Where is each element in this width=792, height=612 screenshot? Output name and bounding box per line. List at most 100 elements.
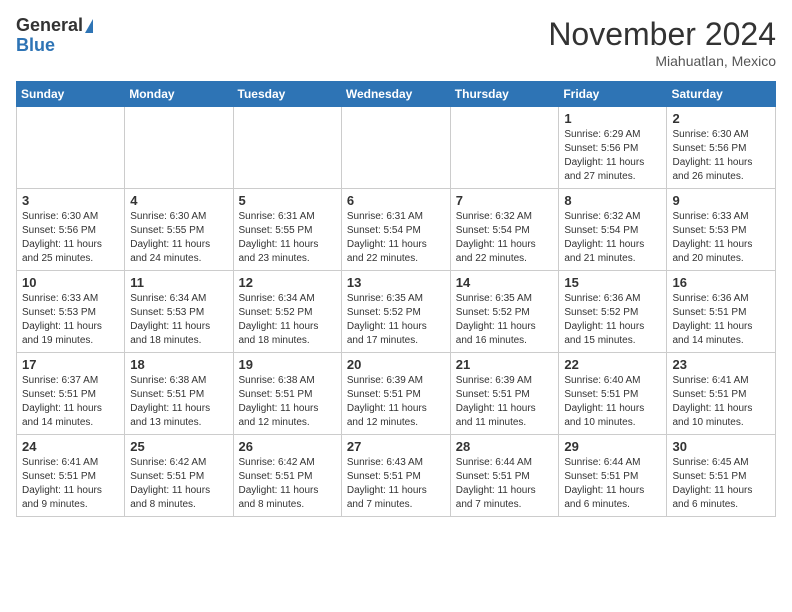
day-number: 7	[456, 193, 554, 208]
calendar-cell: 26 Sunrise: 6:42 AM Sunset: 5:51 PM Dayli…	[233, 435, 341, 517]
day-number: 6	[347, 193, 445, 208]
day-info: Sunrise: 6:44 AM Sunset: 5:51 PM Dayligh…	[564, 456, 661, 512]
day-info: Sunrise: 6:41 AM Sunset: 5:51 PM Dayligh…	[22, 456, 119, 512]
calendar-cell: 4 Sunrise: 6:30 AM Sunset: 5:55 PM Daylig…	[125, 189, 233, 271]
day-number: 1	[564, 111, 661, 126]
calendar-cell	[17, 107, 125, 189]
day-number: 3	[22, 193, 119, 208]
day-info: Sunrise: 6:33 AM Sunset: 5:53 PM Dayligh…	[22, 292, 119, 348]
day-info: Sunrise: 6:39 AM Sunset: 5:51 PM Dayligh…	[456, 374, 554, 430]
day-number: 11	[130, 275, 227, 290]
day-info: Sunrise: 6:31 AM Sunset: 5:54 PM Dayligh…	[347, 210, 445, 266]
day-info: Sunrise: 6:32 AM Sunset: 5:54 PM Dayligh…	[564, 210, 661, 266]
day-info: Sunrise: 6:41 AM Sunset: 5:51 PM Dayligh…	[672, 374, 770, 430]
day-number: 13	[347, 275, 445, 290]
calendar-cell: 9 Sunrise: 6:33 AM Sunset: 5:53 PM Daylig…	[667, 189, 776, 271]
calendar-cell: 5Sunrise: 6:31 AM Sunset: 5:55 PM Daylig…	[233, 189, 341, 271]
day-number: 10	[22, 275, 119, 290]
day-info: Sunrise: 6:44 AM Sunset: 5:51 PM Dayligh…	[456, 456, 554, 512]
day-number: 23	[672, 357, 770, 372]
day-info: Sunrise: 6:42 AM Sunset: 5:51 PM Dayligh…	[130, 456, 227, 512]
day-info: Sunrise: 6:35 AM Sunset: 5:52 PM Dayligh…	[347, 292, 445, 348]
calendar-cell: 18Sunrise: 6:38 AM Sunset: 5:51 PM Dayli…	[125, 353, 233, 435]
day-info: Sunrise: 6:39 AM Sunset: 5:51 PM Dayligh…	[347, 374, 445, 430]
calendar-table: SundayMondayTuesdayWednesdayThursdayFrid…	[16, 81, 776, 517]
calendar-cell: 7 Sunrise: 6:32 AM Sunset: 5:54 PM Daylig…	[450, 189, 559, 271]
calendar-week-row: 10 Sunrise: 6:33 AM Sunset: 5:53 PM Dayli…	[17, 271, 776, 353]
calendar-cell: 28Sunrise: 6:44 AM Sunset: 5:51 PM Dayli…	[450, 435, 559, 517]
day-info: Sunrise: 6:34 AM Sunset: 5:53 PM Dayligh…	[130, 292, 227, 348]
day-number: 27	[347, 439, 445, 454]
calendar-header-row: SundayMondayTuesdayWednesdayThursdayFrid…	[17, 82, 776, 107]
day-number: 30	[672, 439, 770, 454]
calendar-week-row: 24Sunrise: 6:41 AM Sunset: 5:51 PM Dayli…	[17, 435, 776, 517]
day-number: 15	[564, 275, 661, 290]
calendar-cell: 23 Sunrise: 6:41 AM Sunset: 5:51 PM Dayli…	[667, 353, 776, 435]
calendar-cell: 1 Sunrise: 6:29 AM Sunset: 5:56 PM Daylig…	[559, 107, 667, 189]
location-subtitle: Miahuatlan, Mexico	[548, 53, 776, 69]
day-header-sunday: Sunday	[17, 82, 125, 107]
day-header-wednesday: Wednesday	[341, 82, 450, 107]
day-header-tuesday: Tuesday	[233, 82, 341, 107]
calendar-week-row: 1 Sunrise: 6:29 AM Sunset: 5:56 PM Daylig…	[17, 107, 776, 189]
calendar-cell	[450, 107, 559, 189]
day-info: Sunrise: 6:38 AM Sunset: 5:51 PM Dayligh…	[239, 374, 336, 430]
day-header-monday: Monday	[125, 82, 233, 107]
day-info: Sunrise: 6:35 AM Sunset: 5:52 PM Dayligh…	[456, 292, 554, 348]
calendar-cell: 21Sunrise: 6:39 AM Sunset: 5:51 PM Dayli…	[450, 353, 559, 435]
day-number: 12	[239, 275, 336, 290]
day-info: Sunrise: 6:29 AM Sunset: 5:56 PM Dayligh…	[564, 128, 661, 184]
title-block: November 2024 Miahuatlan, Mexico	[548, 16, 776, 69]
day-number: 4	[130, 193, 227, 208]
day-number: 22	[564, 357, 661, 372]
day-number: 2	[672, 111, 770, 126]
day-info: Sunrise: 6:30 AM Sunset: 5:55 PM Dayligh…	[130, 210, 227, 266]
calendar-cell: 11 Sunrise: 6:34 AM Sunset: 5:53 PM Dayli…	[125, 271, 233, 353]
calendar-cell: 3 Sunrise: 6:30 AM Sunset: 5:56 PM Daylig…	[17, 189, 125, 271]
logo-triangle-icon	[85, 19, 93, 33]
calendar-cell: 16 Sunrise: 6:36 AM Sunset: 5:51 PM Dayli…	[667, 271, 776, 353]
calendar-cell: 30Sunrise: 6:45 AM Sunset: 5:51 PM Dayli…	[667, 435, 776, 517]
calendar-cell: 24Sunrise: 6:41 AM Sunset: 5:51 PM Dayli…	[17, 435, 125, 517]
day-info: Sunrise: 6:34 AM Sunset: 5:52 PM Dayligh…	[239, 292, 336, 348]
day-info: Sunrise: 6:36 AM Sunset: 5:51 PM Dayligh…	[672, 292, 770, 348]
day-number: 16	[672, 275, 770, 290]
calendar-cell: 17 Sunrise: 6:37 AM Sunset: 5:51 PM Dayli…	[17, 353, 125, 435]
calendar-cell: 27 Sunrise: 6:43 AM Sunset: 5:51 PM Dayli…	[341, 435, 450, 517]
day-number: 9	[672, 193, 770, 208]
calendar-cell	[233, 107, 341, 189]
calendar-cell: 22 Sunrise: 6:40 AM Sunset: 5:51 PM Dayli…	[559, 353, 667, 435]
day-info: Sunrise: 6:43 AM Sunset: 5:51 PM Dayligh…	[347, 456, 445, 512]
day-info: Sunrise: 6:40 AM Sunset: 5:51 PM Dayligh…	[564, 374, 661, 430]
calendar-cell: 19 Sunrise: 6:38 AM Sunset: 5:51 PM Dayli…	[233, 353, 341, 435]
calendar-cell: 14 Sunrise: 6:35 AM Sunset: 5:52 PM Dayli…	[450, 271, 559, 353]
calendar-cell: 29 Sunrise: 6:44 AM Sunset: 5:51 PM Dayli…	[559, 435, 667, 517]
calendar-cell: 2 Sunrise: 6:30 AM Sunset: 5:56 PM Daylig…	[667, 107, 776, 189]
day-info: Sunrise: 6:36 AM Sunset: 5:52 PM Dayligh…	[564, 292, 661, 348]
day-info: Sunrise: 6:38 AM Sunset: 5:51 PM Dayligh…	[130, 374, 227, 430]
day-number: 19	[239, 357, 336, 372]
day-number: 14	[456, 275, 554, 290]
day-number: 8	[564, 193, 661, 208]
calendar-week-row: 3 Sunrise: 6:30 AM Sunset: 5:56 PM Daylig…	[17, 189, 776, 271]
day-number: 29	[564, 439, 661, 454]
day-info: Sunrise: 6:37 AM Sunset: 5:51 PM Dayligh…	[22, 374, 119, 430]
logo: General Blue	[16, 16, 93, 56]
calendar-cell: 15 Sunrise: 6:36 AM Sunset: 5:52 PM Dayli…	[559, 271, 667, 353]
day-info: Sunrise: 6:30 AM Sunset: 5:56 PM Dayligh…	[672, 128, 770, 184]
day-info: Sunrise: 6:30 AM Sunset: 5:56 PM Dayligh…	[22, 210, 119, 266]
calendar-cell: 6 Sunrise: 6:31 AM Sunset: 5:54 PM Daylig…	[341, 189, 450, 271]
day-info: Sunrise: 6:33 AM Sunset: 5:53 PM Dayligh…	[672, 210, 770, 266]
day-header-friday: Friday	[559, 82, 667, 107]
day-number: 17	[22, 357, 119, 372]
page-header: General Blue November 2024 Miahuatlan, M…	[16, 16, 776, 69]
day-number: 26	[239, 439, 336, 454]
day-info: Sunrise: 6:42 AM Sunset: 5:51 PM Dayligh…	[239, 456, 336, 512]
logo-blue-text: Blue	[16, 36, 55, 56]
day-number: 5	[239, 193, 336, 208]
calendar-cell	[125, 107, 233, 189]
calendar-week-row: 17 Sunrise: 6:37 AM Sunset: 5:51 PM Dayli…	[17, 353, 776, 435]
day-header-thursday: Thursday	[450, 82, 559, 107]
day-info: Sunrise: 6:32 AM Sunset: 5:54 PM Dayligh…	[456, 210, 554, 266]
calendar-cell: 8 Sunrise: 6:32 AM Sunset: 5:54 PM Daylig…	[559, 189, 667, 271]
